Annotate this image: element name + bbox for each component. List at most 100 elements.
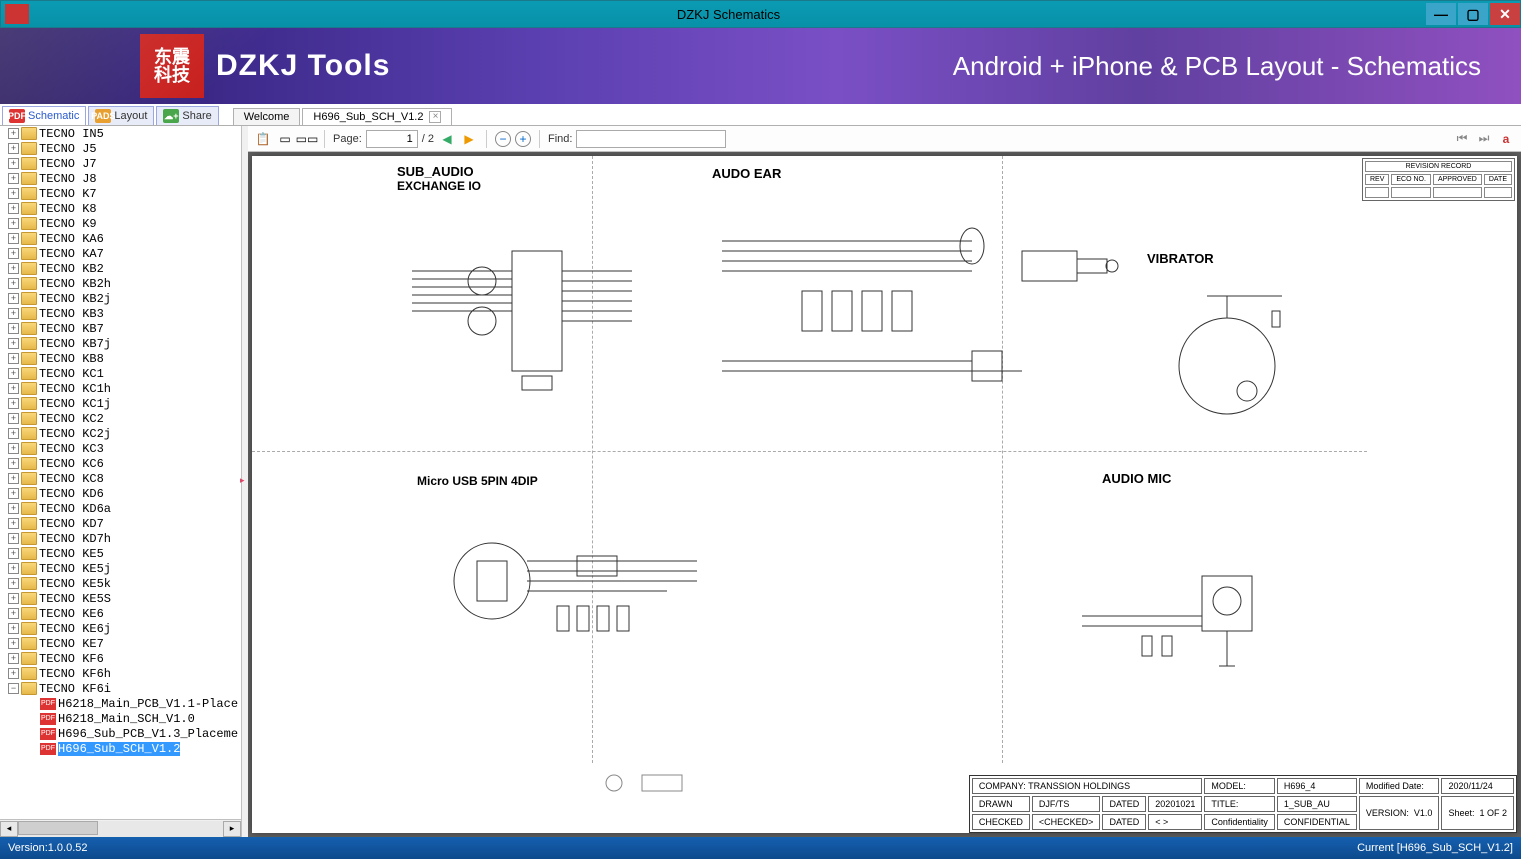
tree-file[interactable]: PDFH696_Sub_SCH_V1.2	[0, 741, 241, 756]
tree-folder[interactable]: +TECNO KB7	[0, 321, 241, 336]
tree-folder[interactable]: +TECNO KE5	[0, 546, 241, 561]
tree-folder[interactable]: +TECNO KC1	[0, 366, 241, 381]
tree-folder[interactable]: +TECNO KA6	[0, 231, 241, 246]
expand-icon[interactable]: +	[8, 653, 19, 664]
page-multi-icon[interactable]: ▭▭	[298, 130, 316, 148]
tree-folder[interactable]: +TECNO K8	[0, 201, 241, 216]
zoom-in-icon[interactable]: +	[515, 131, 531, 147]
tree-folder[interactable]: +TECNO KB3	[0, 306, 241, 321]
tree-folder[interactable]: +TECNO KD6	[0, 486, 241, 501]
expand-icon[interactable]: +	[8, 668, 19, 679]
tree-folder[interactable]: +TECNO IN5	[0, 126, 241, 141]
tree-folder[interactable]: +TECNO KD7	[0, 516, 241, 531]
tree-folder[interactable]: +TECNO KC1h	[0, 381, 241, 396]
expand-icon[interactable]: +	[8, 188, 19, 199]
expand-icon[interactable]: +	[8, 578, 19, 589]
expand-icon[interactable]: +	[8, 353, 19, 364]
tree-folder[interactable]: +TECNO KB2j	[0, 291, 241, 306]
expand-icon[interactable]: +	[8, 278, 19, 289]
expand-icon[interactable]: +	[8, 638, 19, 649]
tree-folder[interactable]: +TECNO KC2	[0, 411, 241, 426]
tree-hscrollbar[interactable]: ◂ ▸	[0, 819, 241, 837]
tree-folder[interactable]: +TECNO J8	[0, 171, 241, 186]
tree-folder[interactable]: +TECNO KE6j	[0, 621, 241, 636]
maximize-button[interactable]: ▢	[1458, 3, 1488, 25]
tree-folder[interactable]: +TECNO KC1j	[0, 396, 241, 411]
expand-icon[interactable]: +	[8, 263, 19, 274]
find-prev-icon[interactable]: ⏮	[1453, 130, 1471, 148]
expand-icon[interactable]: +	[8, 413, 19, 424]
expand-icon[interactable]: +	[8, 593, 19, 604]
expand-icon[interactable]: +	[8, 428, 19, 439]
tree-file[interactable]: PDFH6218_Main_SCH_V1.0	[0, 711, 241, 726]
tree-folder[interactable]: +TECNO KA7	[0, 246, 241, 261]
expand-icon[interactable]: +	[8, 473, 19, 484]
expand-icon[interactable]: +	[8, 323, 19, 334]
minimize-button[interactable]: —	[1426, 3, 1456, 25]
tree-file[interactable]: PDFH6218_Main_PCB_V1.1-Place	[0, 696, 241, 711]
page-input[interactable]	[366, 130, 418, 148]
copy-icon[interactable]: 📋	[254, 130, 272, 148]
expand-icon[interactable]: +	[8, 143, 19, 154]
next-page-icon[interactable]: ▶	[460, 130, 478, 148]
scroll-track[interactable]	[18, 821, 223, 837]
tree-folder[interactable]: +TECNO J7	[0, 156, 241, 171]
expand-icon[interactable]: +	[8, 233, 19, 244]
tree-folder[interactable]: +TECNO KD7h	[0, 531, 241, 546]
expand-icon[interactable]: +	[8, 173, 19, 184]
tree-folder[interactable]: +TECNO K9	[0, 216, 241, 231]
expand-icon[interactable]: +	[8, 338, 19, 349]
scroll-left-button[interactable]: ◂	[0, 821, 18, 837]
scroll-thumb[interactable]	[18, 821, 98, 835]
expand-icon[interactable]: +	[8, 383, 19, 394]
tree-folder[interactable]: +TECNO J5	[0, 141, 241, 156]
tree-folder[interactable]: +TECNO KF6	[0, 651, 241, 666]
tree-folder[interactable]: −TECNO KF6i	[0, 681, 241, 696]
expand-icon[interactable]: +	[8, 158, 19, 169]
page-single-icon[interactable]: ▭	[276, 130, 294, 148]
tree-folder[interactable]: +TECNO KC6	[0, 456, 241, 471]
expand-icon[interactable]: +	[8, 203, 19, 214]
tree-folder[interactable]: +TECNO KB8	[0, 351, 241, 366]
find-next-icon[interactable]: ⏭	[1475, 130, 1493, 148]
tree-folder[interactable]: +TECNO KC8	[0, 471, 241, 486]
expand-icon[interactable]: +	[8, 488, 19, 499]
text-size-icon[interactable]: a	[1497, 130, 1515, 148]
tree-folder[interactable]: +TECNO KD6a	[0, 501, 241, 516]
tree-folder[interactable]: +TECNO KE6	[0, 606, 241, 621]
tree-folder[interactable]: +TECNO KB7j	[0, 336, 241, 351]
tree-folder[interactable]: +TECNO KB2h	[0, 276, 241, 291]
doc-tab[interactable]: H696_Sub_SCH_V1.2×	[302, 108, 452, 125]
expand-icon[interactable]: +	[8, 248, 19, 259]
tree-folder[interactable]: +TECNO K7	[0, 186, 241, 201]
tab-close-icon[interactable]: ×	[429, 111, 441, 123]
expand-icon[interactable]: +	[8, 128, 19, 139]
tree-folder[interactable]: +TECNO KE5k	[0, 576, 241, 591]
main-tab-share[interactable]: ☁+Share	[156, 106, 218, 125]
collapse-icon[interactable]: −	[8, 683, 19, 694]
tree-view[interactable]: +TECNO IN5+TECNO J5+TECNO J7+TECNO J8+TE…	[0, 126, 241, 819]
close-button[interactable]: ✕	[1490, 3, 1520, 25]
tree-folder[interactable]: +TECNO KB2	[0, 261, 241, 276]
expand-icon[interactable]: +	[8, 533, 19, 544]
expand-icon[interactable]: +	[8, 503, 19, 514]
main-tab-schematic[interactable]: PDFSchematic	[2, 106, 86, 125]
expand-icon[interactable]: +	[8, 563, 19, 574]
expand-icon[interactable]: +	[8, 623, 19, 634]
tree-folder[interactable]: +TECNO KE5S	[0, 591, 241, 606]
prev-page-icon[interactable]: ◀	[438, 130, 456, 148]
expand-icon[interactable]: +	[8, 608, 19, 619]
expand-icon[interactable]: +	[8, 368, 19, 379]
expand-icon[interactable]: +	[8, 458, 19, 469]
scroll-right-button[interactable]: ▸	[223, 821, 241, 837]
tree-folder[interactable]: +TECNO KC3	[0, 441, 241, 456]
expand-icon[interactable]: +	[8, 308, 19, 319]
expand-icon[interactable]: +	[8, 443, 19, 454]
tree-folder[interactable]: +TECNO KC2j	[0, 426, 241, 441]
tree-folder[interactable]: +TECNO KE7	[0, 636, 241, 651]
zoom-out-icon[interactable]: −	[495, 131, 511, 147]
tree-file[interactable]: PDFH696_Sub_PCB_V1.3_Placeme	[0, 726, 241, 741]
tree-folder[interactable]: +TECNO KE5j	[0, 561, 241, 576]
expand-icon[interactable]: +	[8, 548, 19, 559]
tree-folder[interactable]: +TECNO KF6h	[0, 666, 241, 681]
